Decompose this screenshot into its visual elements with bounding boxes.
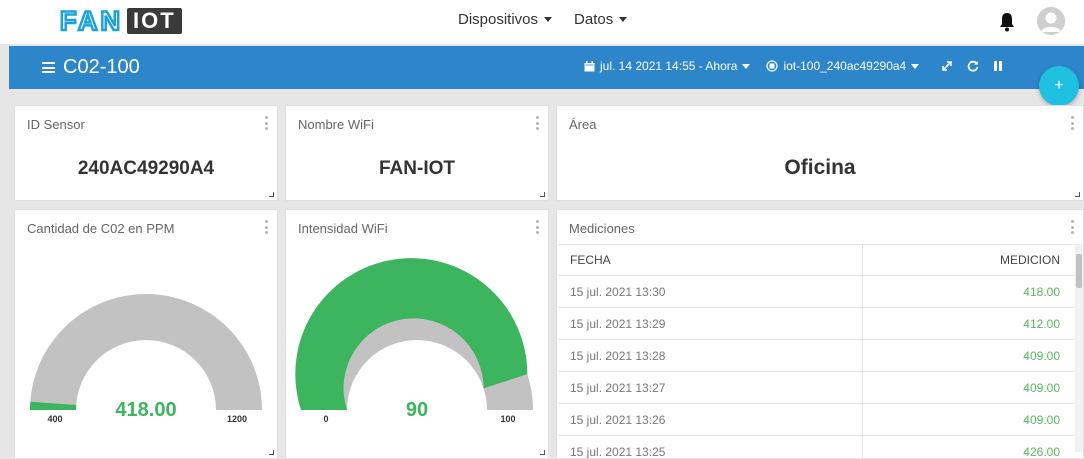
gauge-track [30, 294, 262, 410]
table-row[interactable]: 15 jul. 2021 13:29 412.00 [558, 308, 1076, 340]
resize-handle[interactable] [540, 450, 545, 455]
cell-fecha: 15 jul. 2021 13:26 [558, 404, 863, 435]
widget-wifi-gauge: Intensidad WiFi 90 0 100 [285, 209, 549, 459]
cell-medicion: 412.00 [1023, 316, 1060, 331]
refresh-icon[interactable] [967, 60, 979, 72]
widget-value: FAN-IOT [379, 158, 455, 179]
widget-title: Cantidad de C02 en PPM [27, 221, 175, 236]
logo-text-iot: IOT [127, 8, 182, 34]
chevron-down-icon [544, 17, 553, 22]
table-row[interactable]: 15 jul. 2021 13:27 409.00 [558, 372, 1076, 404]
table-row[interactable]: 15 jul. 2021 13:26 409.00 [558, 404, 1076, 436]
resize-handle[interactable] [269, 450, 274, 455]
widget-title: Mediciones [569, 221, 635, 236]
column-header-medicion[interactable]: MEDICION [863, 253, 1076, 267]
widget-value: 240AC49290A4 [77, 158, 215, 179]
calendar-icon [584, 60, 595, 71]
cell-medicion: 418.00 [1023, 284, 1060, 299]
dashboard-controls: jul. 14 2021 14:55 - Ahora iot-100_240ac… [584, 59, 1003, 73]
dashboard-header: C02-100 jul. 14 2021 14:55 - Ahora iot-1… [9, 46, 1084, 89]
cell-medicion: 426.00 [1023, 444, 1060, 459]
mediciones-table: FECHA MEDICION 15 jul. 2021 13:30 418.00 1… [558, 244, 1076, 459]
chip-icon [766, 60, 779, 72]
table-header: FECHA MEDICION [558, 244, 1076, 276]
widget-wifi-name: Nombre WiFi FAN-IOT [285, 105, 549, 201]
bell-icon[interactable] [998, 11, 1016, 33]
chevron-down-icon [619, 17, 628, 22]
widget-title: ID Sensor [27, 117, 85, 132]
widget-value: Oficina [784, 156, 856, 179]
nav-dispositivos[interactable]: Dispositivos [458, 11, 553, 28]
table-row[interactable]: 15 jul. 2021 13:28 409.00 [558, 340, 1076, 372]
widget-area: Área Oficina [556, 105, 1084, 201]
dashboard-title[interactable]: C02-100 [42, 56, 140, 79]
kebab-icon[interactable] [265, 116, 269, 130]
widget-co2-gauge: Cantidad de C02 en PPM 418.00 400 1200 [14, 209, 278, 459]
table-row[interactable]: 15 jul. 2021 13:25 426.00 [558, 436, 1076, 459]
chevron-down-icon [742, 63, 751, 69]
table-row[interactable]: 15 jul. 2021 13:30 418.00 [558, 276, 1076, 308]
date-range-label: jul. 14 2021 14:55 - Ahora [600, 59, 738, 73]
chevron-down-icon [911, 63, 920, 69]
menu-icon[interactable] [42, 62, 55, 73]
cell-fecha: 15 jul. 2021 13:27 [558, 372, 863, 403]
cell-fecha: 15 jul. 2021 13:29 [558, 308, 863, 339]
kebab-icon[interactable] [265, 220, 269, 234]
top-navbar: FAN IOT Dispositivos Datos [0, 0, 1084, 45]
gauge-min: 0 [323, 414, 328, 424]
kebab-icon[interactable] [1071, 116, 1075, 130]
fan-iot-logo[interactable]: FAN IOT [59, 6, 182, 36]
date-range-picker[interactable]: jul. 14 2021 14:55 - Ahora [584, 59, 751, 73]
gauge-min: 400 [47, 414, 62, 424]
column-header-fecha[interactable]: FECHA [558, 245, 863, 275]
cell-fecha: 15 jul. 2021 13:30 [558, 276, 863, 307]
table-body: 15 jul. 2021 13:30 418.00 15 jul. 2021 13:… [558, 276, 1076, 459]
resize-handle[interactable] [540, 192, 545, 197]
nav-dispositivos-label: Dispositivos [458, 11, 539, 28]
expand-icon[interactable] [941, 60, 953, 72]
add-widget-label: + [1054, 77, 1064, 94]
dashboard-title-text: C02-100 [63, 56, 140, 78]
device-selector[interactable]: iot-100_240ac49290a4 [766, 59, 920, 73]
main-nav: Dispositivos Datos [458, 11, 628, 28]
gauge-max: 1200 [227, 414, 247, 424]
kebab-icon[interactable] [536, 116, 540, 130]
widget-title: Nombre WiFi [298, 117, 374, 132]
user-avatar-icon[interactable] [1037, 7, 1065, 35]
cell-medicion: 409.00 [1023, 380, 1060, 395]
kebab-icon[interactable] [1071, 220, 1075, 234]
table-scrollbar[interactable] [1075, 244, 1083, 452]
device-label: iot-100_240ac49290a4 [783, 59, 907, 73]
cell-medicion: 409.00 [1023, 412, 1060, 427]
co2-gauge: 418.00 400 1200 [30, 294, 262, 424]
widget-title: Área [569, 117, 597, 132]
gauge-value: 418.00 [115, 399, 176, 421]
widget-title: Intensidad WiFi [298, 221, 388, 236]
gauge-value: 90 [406, 399, 428, 421]
widget-id-sensor: ID Sensor 240AC49290A4 [14, 105, 278, 201]
cell-fecha: 15 jul. 2021 13:25 [558, 436, 863, 458]
pause-icon[interactable] [993, 60, 1003, 72]
wifi-gauge: 90 0 100 [295, 258, 533, 424]
cell-fecha: 15 jul. 2021 13:28 [558, 340, 863, 371]
scrollbar-thumb[interactable] [1076, 254, 1082, 288]
nav-datos[interactable]: Datos [574, 11, 628, 28]
cell-medicion: 409.00 [1023, 348, 1060, 363]
logo-text-fan: FAN [59, 6, 123, 36]
resize-handle[interactable] [1075, 192, 1080, 197]
widget-mediciones: Mediciones FECHA MEDICION 15 jul. 2021 1… [556, 209, 1084, 459]
nav-datos-label: Datos [574, 11, 614, 28]
resize-handle[interactable] [269, 192, 274, 197]
add-widget-button[interactable]: + [1039, 66, 1079, 106]
kebab-icon[interactable] [536, 220, 540, 234]
gauge-max: 100 [500, 414, 515, 424]
